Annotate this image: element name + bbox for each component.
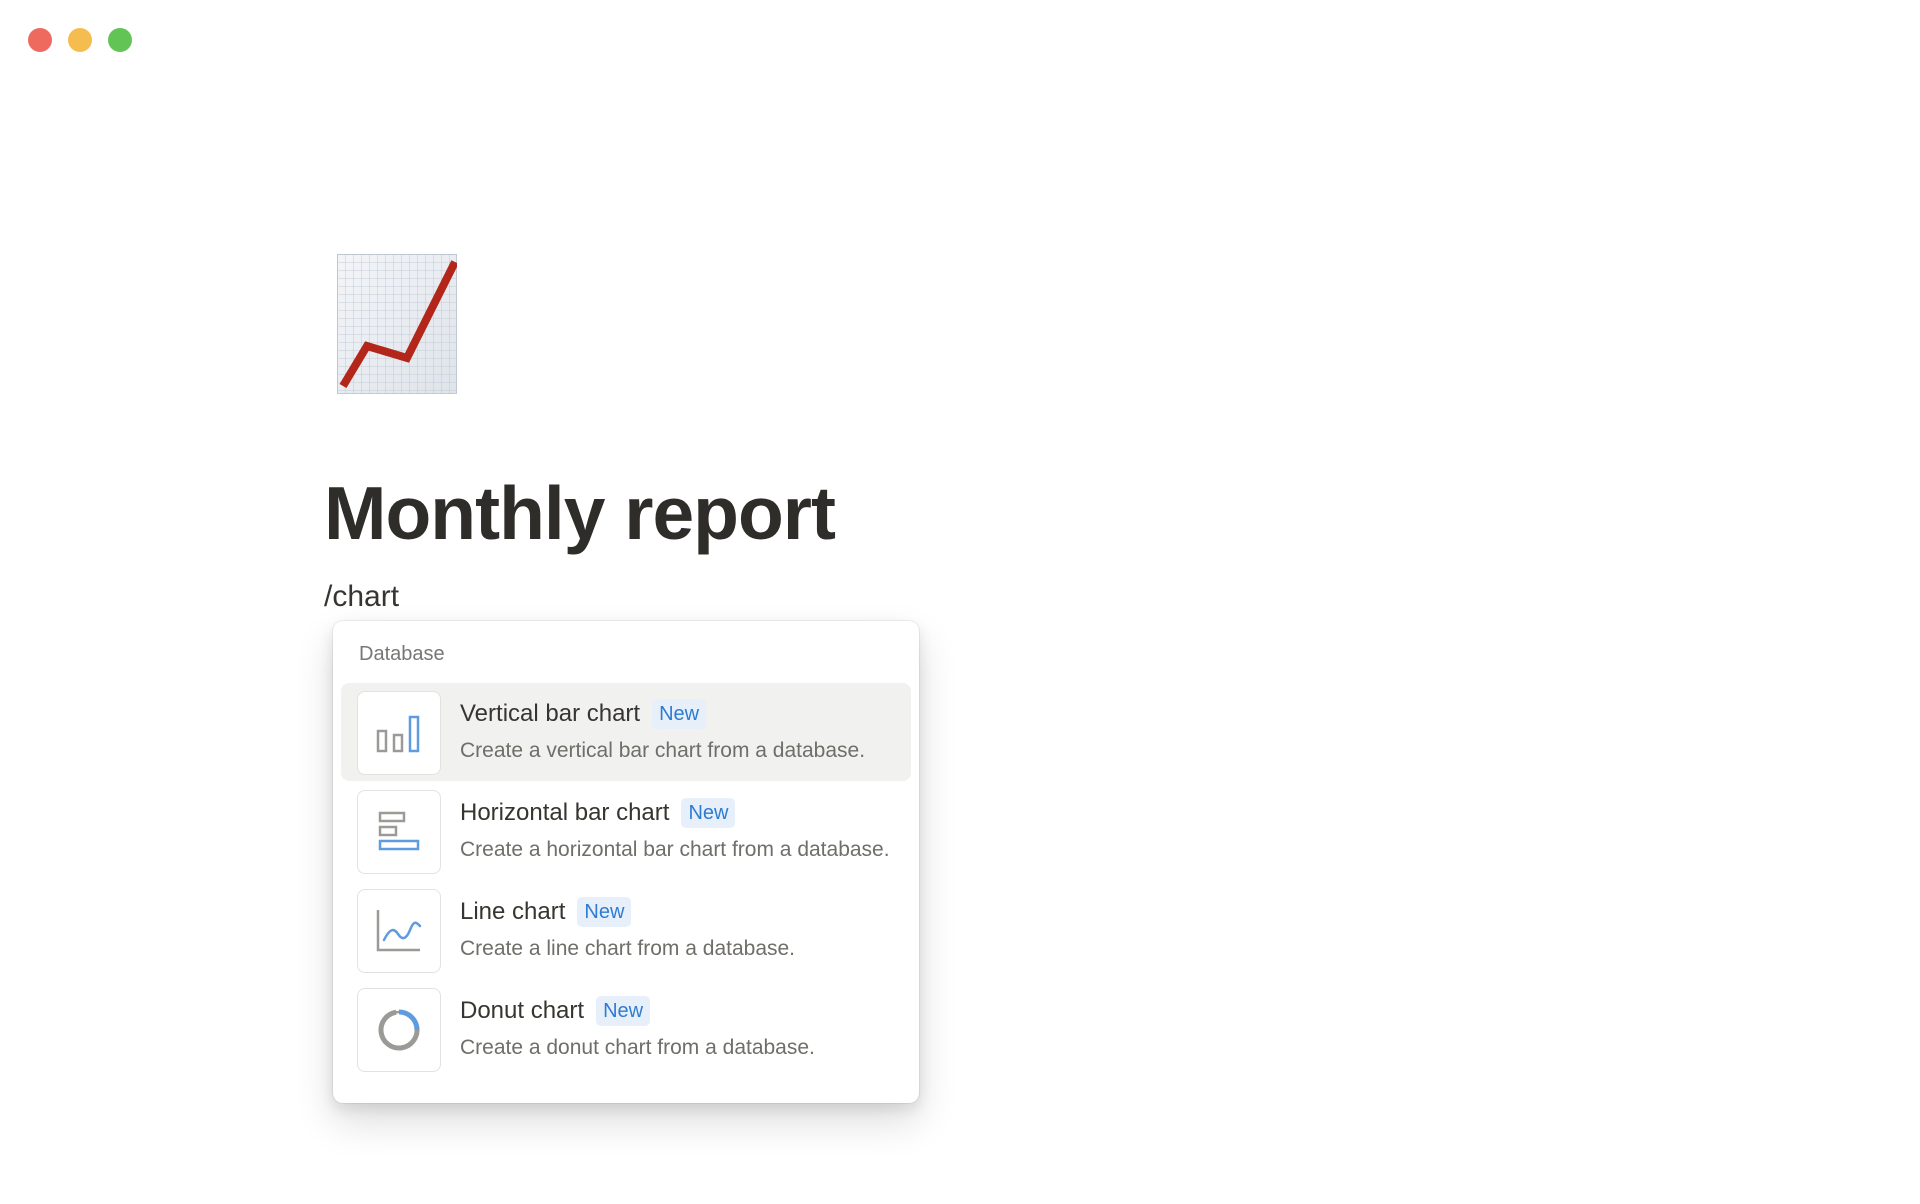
vertical-bar-chart-icon [357, 691, 441, 775]
new-badge: New [681, 798, 736, 828]
item-title: Donut chart [460, 997, 585, 1024]
slash-command-input[interactable]: /chart [324, 582, 399, 612]
item-title: Line chart [460, 898, 566, 925]
menu-section-label: Database [359, 643, 445, 665]
chart-increasing-icon[interactable] [336, 253, 459, 395]
line-chart-icon [357, 889, 441, 973]
horizontal-bar-chart-icon [357, 790, 441, 874]
item-title-row: Line chart New [460, 897, 632, 927]
close-button[interactable] [28, 28, 52, 52]
item-title: Vertical bar chart [460, 700, 641, 727]
item-title: Horizontal bar chart [460, 799, 670, 826]
slash-command-menu: Database Vertical bar chart New Create a… [333, 621, 919, 1103]
maximize-button[interactable] [108, 28, 132, 52]
item-title-row: Vertical bar chart New [460, 699, 707, 729]
item-description: Create a line chart from a database. [460, 937, 796, 960]
donut-chart-icon [357, 988, 441, 1072]
menu-item-vertical-bar-chart[interactable]: Vertical bar chart New Create a vertical… [341, 683, 911, 781]
page-title[interactable]: Monthly report [324, 476, 836, 551]
window-controls [28, 28, 132, 52]
item-description: Create a donut chart from a database. [460, 1036, 815, 1059]
item-title-row: Horizontal bar chart New [460, 798, 736, 828]
menu-item-line-chart[interactable]: Line chart New Create a line chart from … [341, 881, 911, 979]
menu-item-donut-chart[interactable]: Donut chart New Create a donut chart fro… [341, 980, 911, 1078]
item-description: Create a horizontal bar chart from a dat… [460, 838, 890, 861]
minimize-button[interactable] [68, 28, 92, 52]
app-window: Monthly report /chart Database Vertical … [0, 0, 1920, 1204]
new-badge: New [577, 897, 632, 927]
item-title-row: Donut chart New [460, 996, 651, 1026]
new-badge: New [596, 996, 651, 1026]
menu-item-horizontal-bar-chart[interactable]: Horizontal bar chart New Create a horizo… [341, 782, 911, 880]
item-description: Create a vertical bar chart from a datab… [460, 739, 866, 762]
new-badge: New [652, 699, 707, 729]
